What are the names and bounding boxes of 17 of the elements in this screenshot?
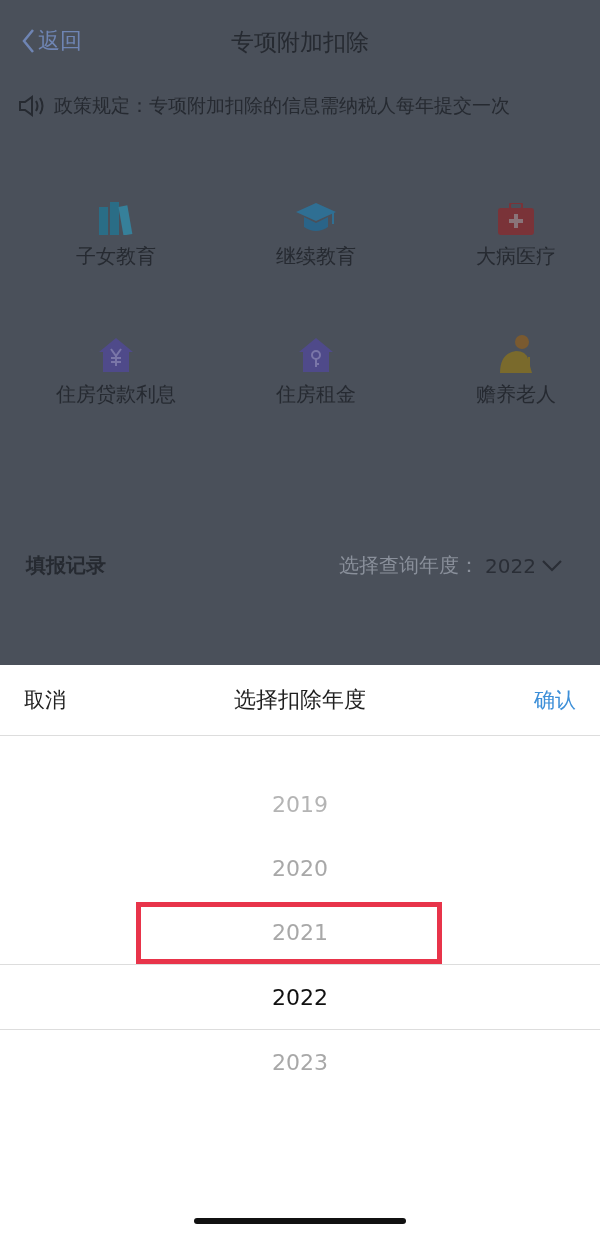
books-icon (98, 201, 134, 235)
back-chevron-icon (22, 29, 34, 53)
year-option[interactable]: 2019 (272, 791, 328, 817)
house-icon (298, 337, 334, 373)
medical-kit-icon (498, 203, 534, 235)
speaker-icon (18, 95, 46, 117)
house-icon (98, 337, 134, 373)
year-option[interactable]: 2022 (272, 984, 328, 1010)
year-option[interactable]: 2020 (272, 855, 328, 881)
person-icon (498, 335, 534, 373)
year-option[interactable]: 2021 (272, 919, 328, 945)
cancel-button[interactable]: 取消 (24, 686, 66, 714)
confirm-button[interactable]: 确认 (534, 686, 576, 714)
year-option[interactable]: 2023 (272, 1049, 328, 1075)
sheet-title: 选择扣除年度 (234, 686, 366, 714)
chevron-down-icon (542, 559, 562, 572)
back-link[interactable]: 返回 (22, 26, 82, 56)
